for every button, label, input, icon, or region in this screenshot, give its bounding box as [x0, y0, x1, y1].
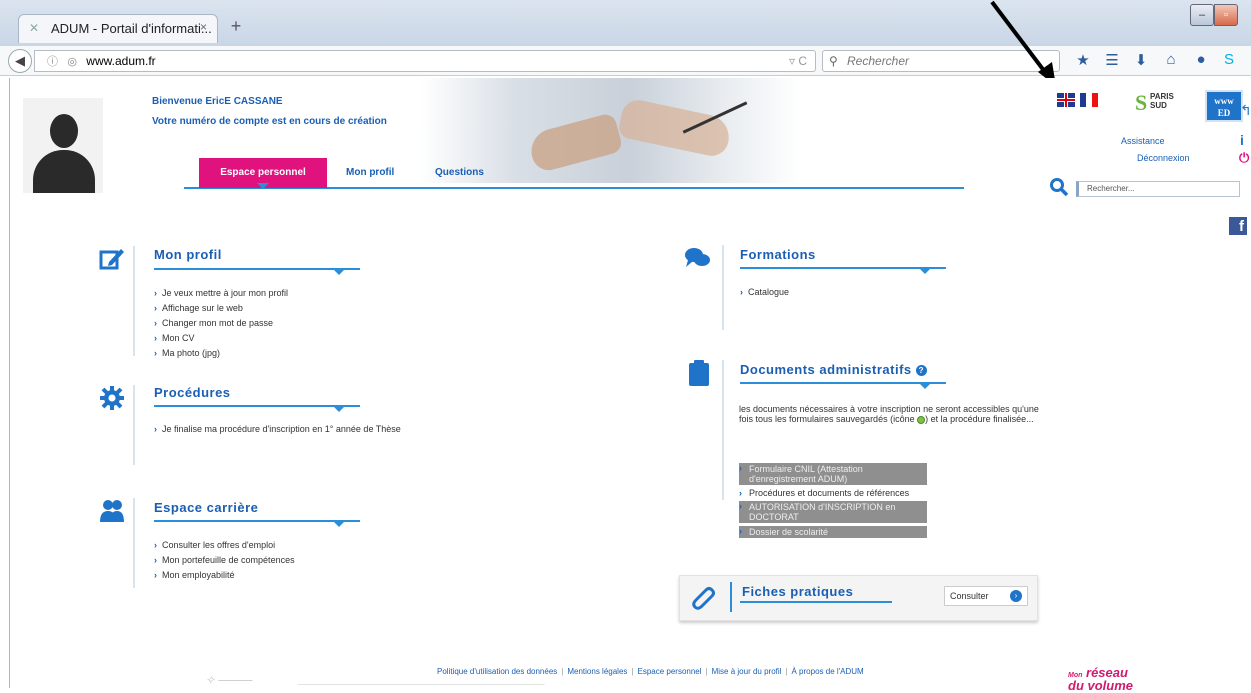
documents-links: Formulaire CNIL (Attestation d'enregistr… — [739, 463, 939, 541]
reading-list-icon[interactable]: ☰ — [1101, 51, 1123, 69]
browser-tab-bar: ✕ ADUM - Portail d'informati... × + – ▫ — [0, 0, 1251, 46]
arrow-right-icon: › — [1010, 590, 1022, 602]
doc-link-autorisation[interactable]: AUTORISATION d'INSCRIPTION en DOCTORAT — [739, 501, 927, 523]
info-icon[interactable]: i — [1240, 132, 1244, 148]
list-item[interactable]: Mon employabilité — [154, 568, 295, 583]
list-item[interactable]: Mon CV — [154, 331, 288, 346]
ed-logo[interactable]: www ED — [1205, 90, 1243, 122]
window-maximize-button[interactable]: ▫ — [1214, 4, 1238, 26]
bookmark-star-icon[interactable]: ★ — [1072, 51, 1094, 69]
power-icon[interactable]: ⏻ — [1239, 150, 1249, 166]
footer-links: Politique d'utilisation des données | Ment… — [437, 667, 864, 676]
tab-espace-personnel[interactable]: Espace personnel — [199, 158, 327, 189]
search-icon[interactable] — [1049, 177, 1069, 197]
window-minimize-button[interactable]: – — [1190, 4, 1214, 26]
list-item[interactable]: Catalogue — [740, 285, 789, 300]
consulter-button[interactable]: Consulter › — [944, 586, 1028, 606]
reload-icon[interactable]: ▿ C — [789, 51, 807, 71]
section-title: Formations — [740, 247, 816, 262]
list-item[interactable]: Affichage sur le web — [154, 301, 288, 316]
paris-sud-logo[interactable]: S PARIS SUD — [1135, 90, 1187, 126]
clipboard-icon — [689, 360, 709, 386]
list-item[interactable]: Je finalise ma procédure d'inscription e… — [154, 422, 401, 437]
footer-logo-left: ✧ ──── — [205, 673, 253, 687]
footer-link[interactable]: Politique d'utilisation des données — [437, 667, 557, 676]
avatar[interactable] — [23, 98, 103, 193]
section-title: Procédures — [154, 385, 231, 400]
english-flag-icon[interactable] — [1057, 93, 1075, 107]
doc-link-references[interactable]: Procédures et documents de références — [739, 488, 939, 498]
logout-link[interactable]: Déconnexion — [1137, 153, 1190, 163]
help-icon[interactable]: ? — [915, 365, 927, 377]
download-icon[interactable]: ⬇ — [1130, 51, 1152, 69]
back-button[interactable]: ◀ — [8, 49, 32, 73]
edit-icon — [99, 249, 124, 270]
facebook-icon[interactable]: f — [1229, 217, 1247, 235]
footer-link[interactable]: Mentions légales — [567, 667, 627, 676]
footer-link[interactable]: Espace personnel — [637, 667, 701, 676]
doc-link-cnil[interactable]: Formulaire CNIL (Attestation d'enregistr… — [739, 463, 927, 485]
gear-icon — [100, 386, 124, 410]
skype-icon[interactable]: S — [1218, 51, 1240, 68]
section-title: Espace carrière — [154, 500, 259, 515]
footer-link[interactable]: Mise à jour du profil — [712, 667, 782, 676]
list-item[interactable]: Je veux mettre à jour mon profil — [154, 286, 288, 301]
tab-close-button[interactable]: × — [200, 20, 207, 34]
section-title: Fiches pratiques — [742, 584, 854, 599]
doc-link-dossier[interactable]: Dossier de scolarité — [739, 526, 927, 538]
mon-profil-list: Je veux mettre à jour mon profil Afficha… — [154, 286, 288, 361]
globe-icon: ◎ — [67, 56, 77, 68]
section-title: Mon profil — [154, 247, 222, 262]
main-nav: Espace personnel Mon profil Questions — [184, 158, 964, 189]
home-icon[interactable]: ⌂ — [1160, 51, 1182, 68]
list-item[interactable]: Mon portefeuille de compétences — [154, 553, 295, 568]
browser-search-placeholder: Rechercher — [847, 54, 910, 68]
list-item[interactable]: Changer mon mot de passe — [154, 316, 288, 331]
documents-text-after: ) et la procédure finalisée... — [925, 414, 1034, 424]
url-text: www.adum.fr — [86, 54, 156, 68]
footer-link[interactable]: À propos de l'ADUM — [792, 667, 864, 676]
formations-list: Catalogue — [740, 285, 789, 300]
tab-questions[interactable]: Questions — [435, 158, 484, 188]
annotation-arrow — [990, 0, 1056, 86]
tab-title: ADUM - Portail d'informati... — [51, 21, 212, 36]
page-content: Bienvenue EricE CASSANE Votre numéro de … — [9, 78, 1251, 692]
search-icon: ⚲ — [829, 54, 838, 68]
section-fiches-pratiques: Fiches pratiques Consulter › — [679, 575, 1038, 621]
list-item[interactable]: Ma photo (jpg) — [154, 346, 288, 361]
new-tab-button[interactable]: + — [224, 16, 248, 37]
welcome-text: Bienvenue EricE CASSANE — [152, 96, 283, 107]
footer-subtext: ────────────────────────────────────────… — [298, 682, 545, 688]
documents-info-text: les documents nécessaires à votre inscri… — [739, 404, 1044, 424]
chat-bubbles-icon — [685, 248, 710, 267]
procedures-list: Je finalise ma procédure d'inscription e… — [154, 422, 401, 437]
browser-nav-bar: ◀ ⓘ ◎ www.adum.fr ▿ C ⚲ Rechercher ★ ☰ ⬇… — [0, 46, 1251, 76]
site-favicon-icon: ✕ — [29, 21, 40, 35]
account-status-text: Votre numéro de compte est en cours de c… — [152, 116, 387, 127]
documents-title-text: Documents administratifs — [740, 362, 912, 377]
browser-tab[interactable]: ✕ ADUM - Portail d'informati... × — [18, 14, 218, 43]
url-bar[interactable]: ⓘ ◎ www.adum.fr ▿ C — [34, 50, 816, 72]
carriere-list: Consulter les offres d'emploi Mon portef… — [154, 538, 295, 583]
assistance-link[interactable]: Assistance — [1121, 136, 1165, 146]
chat-icon[interactable]: ● — [1190, 51, 1212, 68]
consulter-label: Consulter — [950, 591, 989, 601]
return-arrow-icon[interactable]: ↰ — [1240, 102, 1251, 119]
french-flag-icon[interactable] — [1080, 93, 1098, 107]
users-icon — [100, 500, 124, 522]
list-item[interactable]: Consulter les offres d'emploi — [154, 538, 295, 553]
saved-status-icon — [917, 415, 926, 424]
info-icon[interactable]: ⓘ — [47, 56, 58, 68]
paris-sud-logo-text: PARIS SUD — [1150, 92, 1174, 110]
tab-mon-profil[interactable]: Mon profil — [346, 158, 394, 188]
section-title: Documents administratifs ? — [740, 362, 927, 377]
paperclip-icon — [692, 587, 715, 610]
site-search-input[interactable]: Rechercher... — [1076, 181, 1240, 197]
